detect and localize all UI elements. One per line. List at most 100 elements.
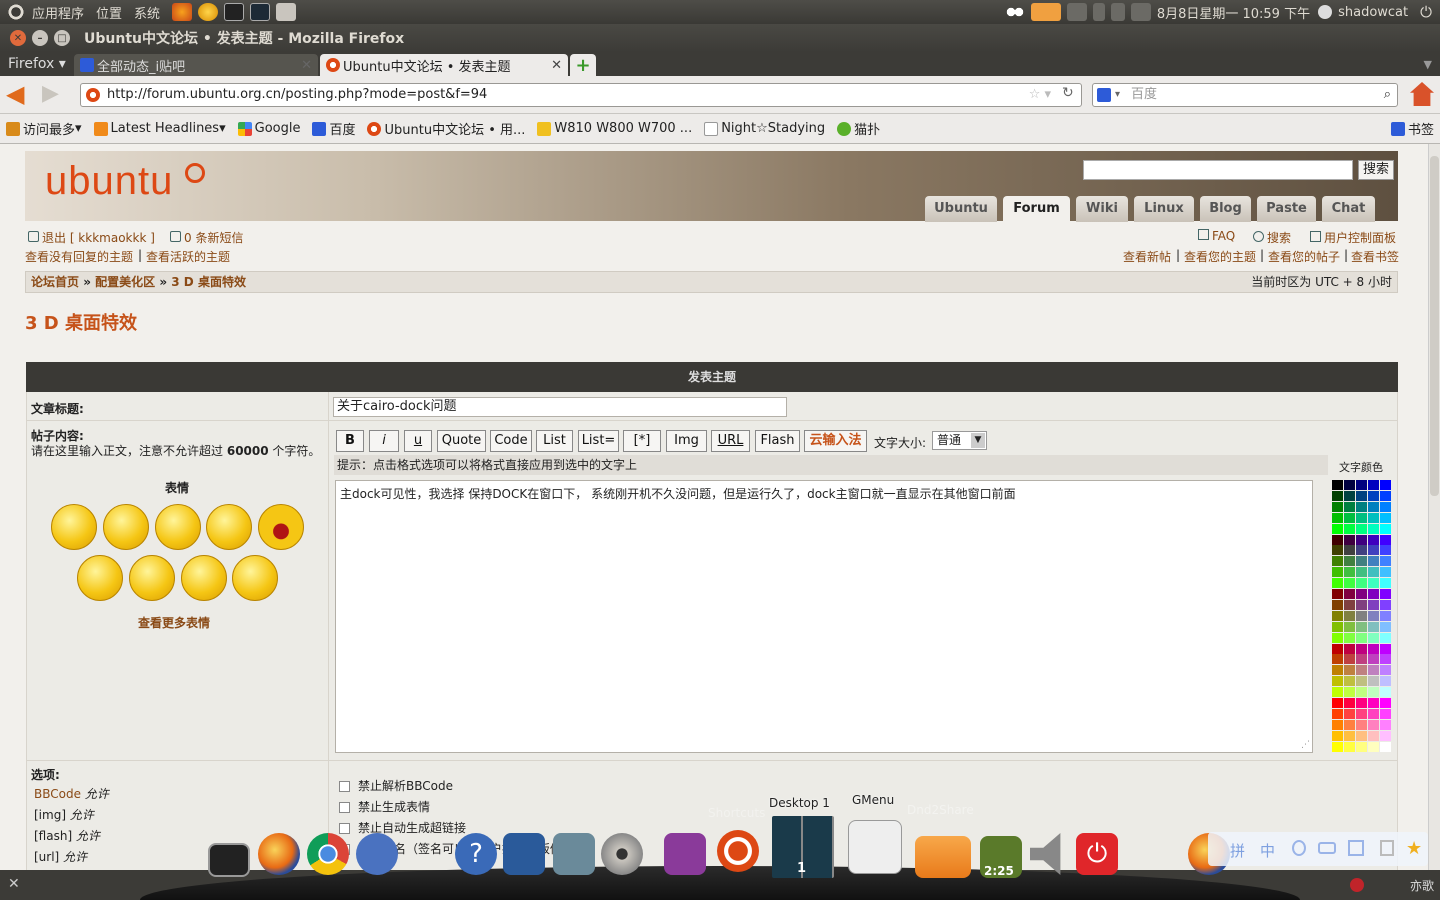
active-topics-link[interactable]: 查看活跃的主题 <box>146 248 230 265</box>
color-swatch[interactable] <box>1344 556 1355 567</box>
color-swatch[interactable] <box>1368 687 1379 698</box>
bold-button[interactable]: B <box>336 430 364 452</box>
faq-link[interactable]: FAQ <box>1198 229 1235 243</box>
color-swatch[interactable] <box>1344 501 1355 512</box>
color-swatch[interactable] <box>1368 512 1379 523</box>
underline-button[interactable]: u <box>404 430 432 452</box>
color-swatch[interactable] <box>1380 654 1391 665</box>
network-icon[interactable] <box>1092 3 1105 21</box>
color-swatch[interactable] <box>1344 589 1355 599</box>
url-bar[interactable]: http://forum.ubuntu.org.cn/posting.php?m… <box>80 83 1082 107</box>
color-swatch[interactable] <box>1344 490 1355 501</box>
close-tab-icon[interactable]: ✕ <box>551 58 562 73</box>
color-swatch[interactable] <box>1356 719 1367 730</box>
color-swatch[interactable] <box>1344 621 1355 632</box>
color-swatch[interactable] <box>1344 567 1355 578</box>
color-swatch[interactable] <box>1368 490 1379 501</box>
dnd2share-dock-icon[interactable] <box>915 836 971 878</box>
color-swatch[interactable] <box>1344 687 1355 698</box>
smiley-icon[interactable] <box>51 504 97 550</box>
color-swatch[interactable] <box>1380 545 1391 556</box>
firefox-launcher-icon[interactable] <box>172 3 193 21</box>
smiley-tongue-icon[interactable] <box>103 504 149 550</box>
ime-pinyin[interactable]: 拼 <box>1230 840 1245 861</box>
color-swatch[interactable] <box>1332 719 1343 730</box>
img-button[interactable]: Img <box>666 430 707 452</box>
color-swatch[interactable] <box>1344 654 1355 665</box>
more-smilies-link[interactable]: 查看更多表情 <box>138 614 210 631</box>
ordered-list-button[interactable]: List= <box>578 430 619 452</box>
user-name[interactable]: shadowcat <box>1338 5 1408 20</box>
color-swatch[interactable] <box>1332 643 1343 654</box>
clock[interactable]: 8月8日星期一 10:59 下午 <box>1157 3 1310 22</box>
color-swatch[interactable] <box>1380 556 1391 567</box>
color-swatch[interactable] <box>1356 687 1367 698</box>
tab-list-icon[interactable]: ▼ <box>1424 58 1440 76</box>
ime-simplified-icon[interactable] <box>1348 840 1364 856</box>
color-swatch[interactable] <box>1368 632 1379 643</box>
color-swatch[interactable] <box>1344 578 1355 589</box>
pidgin-icon[interactable] <box>1030 3 1061 21</box>
color-swatch[interactable] <box>1332 480 1343 490</box>
color-swatch[interactable] <box>1356 599 1367 610</box>
page-title[interactable]: 3 D 桌面特效 <box>25 309 137 335</box>
color-swatch[interactable] <box>1380 490 1391 501</box>
color-swatch[interactable] <box>1380 523 1391 534</box>
site-identity-icon[interactable] <box>86 88 100 102</box>
vertical-scrollbar[interactable] <box>1428 144 1440 870</box>
color-swatch[interactable] <box>1332 741 1343 752</box>
color-swatch[interactable] <box>1332 534 1343 545</box>
site-search-input[interactable] <box>1083 160 1353 180</box>
quote-button[interactable]: Quote <box>437 430 486 452</box>
color-swatch[interactable] <box>1380 665 1391 676</box>
smiley-grin-icon[interactable] <box>77 555 123 601</box>
color-swatch[interactable] <box>1332 567 1343 578</box>
your-posts-link[interactable]: 查看您的帖子 <box>1268 248 1340 265</box>
color-swatch[interactable] <box>1332 523 1343 534</box>
color-swatch[interactable] <box>1344 610 1355 621</box>
smiley-smug-icon[interactable] <box>181 555 227 601</box>
bookmark-baidu[interactable]: 百度 <box>312 119 355 138</box>
color-swatch[interactable] <box>1368 719 1379 730</box>
font-size-select[interactable]: 普通 ▼ <box>932 431 987 450</box>
color-swatch[interactable] <box>1356 567 1367 578</box>
breadcrumb-home[interactable]: 论坛首页 <box>31 275 79 289</box>
color-swatch[interactable] <box>1368 621 1379 632</box>
color-swatch[interactable] <box>1332 501 1343 512</box>
terminal-launcher-icon[interactable] <box>224 3 245 21</box>
search-icon[interactable]: ⌕ <box>1384 84 1391 106</box>
color-swatch[interactable] <box>1332 512 1343 523</box>
color-swatch[interactable] <box>1380 741 1391 752</box>
color-swatch[interactable] <box>1368 556 1379 567</box>
color-swatch[interactable] <box>1356 676 1367 687</box>
menu-system[interactable]: 系统 <box>134 3 160 22</box>
message-textarea[interactable]: 主dock可见性，我选择 保持DOCK在窗口下， 系统刚开机不久没问题，但是运行… <box>335 480 1313 753</box>
maximize-window-icon[interactable]: □ <box>54 30 70 46</box>
keyboard-icon[interactable] <box>1066 3 1087 21</box>
color-swatch[interactable] <box>1332 730 1343 741</box>
color-swatch[interactable] <box>1368 480 1379 490</box>
color-swatch[interactable] <box>1344 643 1355 654</box>
color-swatch[interactable] <box>1380 719 1391 730</box>
yige-label[interactable]: 亦歌 <box>1410 877 1434 894</box>
color-swatch[interactable] <box>1380 687 1391 698</box>
firefox-menu-button[interactable]: Firefox ▾ <box>0 56 74 76</box>
color-swatch[interactable] <box>1380 698 1391 708</box>
site-search-button[interactable]: 搜索 <box>1358 160 1394 180</box>
nav-tab-linux[interactable]: Linux <box>1134 196 1194 222</box>
color-swatch[interactable] <box>1368 534 1379 545</box>
color-swatch[interactable] <box>1356 654 1367 665</box>
reload-icon[interactable]: ↻ <box>1062 85 1082 105</box>
color-swatch[interactable] <box>1368 708 1379 719</box>
option-disable-smilies[interactable]: 禁止生成表情 <box>339 798 430 815</box>
color-swatch[interactable] <box>1344 665 1355 676</box>
color-swatch[interactable] <box>1332 589 1343 599</box>
color-swatch[interactable] <box>1368 730 1379 741</box>
system-monitor-icon[interactable] <box>250 3 271 21</box>
color-swatch[interactable] <box>1368 665 1379 676</box>
bookmark-night-stadying[interactable]: Night☆Stadying <box>704 121 825 136</box>
color-swatch[interactable] <box>1380 730 1391 741</box>
color-swatch[interactable] <box>1380 480 1391 490</box>
ime-punctuation-icon[interactable] <box>1292 840 1306 856</box>
color-swatch[interactable] <box>1356 490 1367 501</box>
